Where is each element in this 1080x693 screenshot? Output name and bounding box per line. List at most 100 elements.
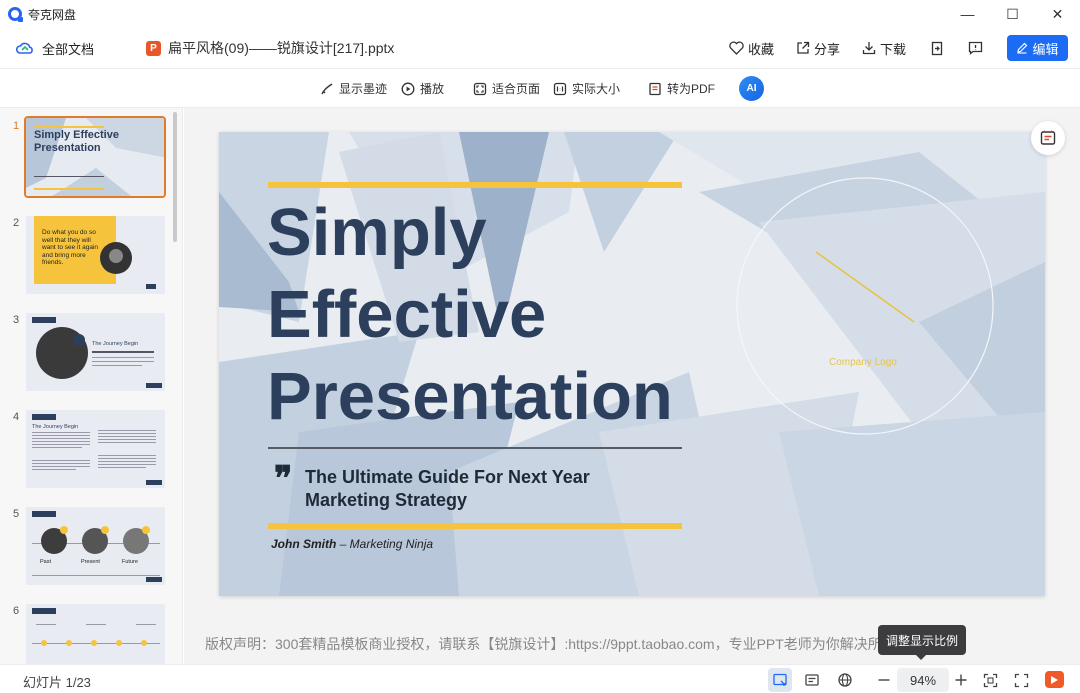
- thumbnail-3-background: [26, 313, 165, 391]
- fit-window-icon: [983, 673, 997, 687]
- thumbnail-4-label: The Journey Begin: [32, 424, 79, 430]
- download-label: 下载: [879, 41, 906, 57]
- thumbnail-slide-3[interactable]: The Journey Begin: [26, 313, 165, 391]
- slideshow-play-button[interactable]: [1045, 671, 1064, 688]
- close-button[interactable]: ✕: [1035, 0, 1080, 28]
- thumbnail-slide-2[interactable]: Do what you do so well that they will wa…: [26, 216, 165, 294]
- thumbnail-2-quote: Do what you do so well that they will wa…: [42, 229, 99, 267]
- share-icon: [797, 41, 810, 54]
- edit-label: 编辑: [1032, 41, 1059, 57]
- pencil-icon: [1017, 42, 1028, 54]
- cloud-icon[interactable]: [16, 41, 34, 55]
- thumbnail-view-button[interactable]: [768, 668, 792, 692]
- zoom-out-button[interactable]: [872, 668, 896, 692]
- slide-thumbnail-panel: 1 Simply Effective Presentation 2 Do wha…: [0, 108, 183, 664]
- play-button[interactable]: 播放: [401, 69, 444, 108]
- slide-title: Simply Effective Presentation: [267, 192, 673, 438]
- thumbnail-number: 3: [13, 314, 20, 326]
- zoom-in-button[interactable]: [949, 668, 973, 692]
- slide-divider: [268, 447, 682, 449]
- thumbnail-slide-5[interactable]: Past Present Future: [26, 507, 165, 585]
- thumbnail-5-past: Past: [40, 559, 52, 565]
- thumbnail-slide-1[interactable]: Simply Effective Presentation: [24, 116, 166, 198]
- maximize-button[interactable]: ☐: [990, 0, 1035, 28]
- notes-view-button[interactable]: [800, 668, 824, 692]
- quark-logo-icon: [8, 7, 23, 22]
- favorite-label: 收藏: [747, 41, 774, 57]
- slide-canvas: Simply Effective Presentation ❞ The Ulti…: [184, 108, 1080, 664]
- thumbnail-5-present: Present: [81, 559, 100, 565]
- slide-subtitle-line-2: Marketing Strategy: [305, 490, 468, 510]
- zoom-level[interactable]: 94%: [897, 668, 949, 692]
- minus-icon: [878, 679, 890, 681]
- heart-icon: [729, 41, 744, 55]
- slide-subtitle-line-1: The Ultimate Guide For Next Year: [305, 467, 590, 487]
- thumbnail-number: 4: [13, 411, 20, 423]
- all-documents-link[interactable]: 全部文档: [42, 39, 94, 58]
- thumbnail-number: 5: [13, 508, 20, 520]
- web-view-button[interactable]: [833, 668, 857, 692]
- header-actions: 收藏 分享 下载 编辑: [707, 28, 1068, 68]
- thumbnail-4-background: [26, 410, 165, 488]
- to-pdf-button[interactable]: 转为PDF: [648, 69, 715, 108]
- actual-size-icon: [553, 82, 567, 95]
- play-circle-icon: [401, 82, 415, 95]
- notes-icon: [1040, 130, 1056, 145]
- share-button[interactable]: 分享: [796, 39, 840, 58]
- show-ink-label: 显示墨迹: [339, 82, 388, 96]
- copyright-notice: 版权声明：300套精品模板商业授权，请联系【锐旗设计】:https://9ppt…: [205, 636, 885, 652]
- minimize-button[interactable]: —: [945, 0, 990, 28]
- current-slide: Simply Effective Presentation ❞ The Ulti…: [219, 132, 1045, 596]
- thumbnail-3-label: The Journey Begin: [92, 341, 139, 347]
- title-bar: 夸克网盘 — ☐ ✕: [0, 0, 1080, 28]
- play-label: 播放: [420, 82, 445, 96]
- thumbnail-slide-6[interactable]: [26, 604, 165, 664]
- slide-title-line-3: Presentation: [267, 359, 673, 434]
- viewer-toolbar: 显示墨迹 播放 适合页面 实际大小 转为PDF AI: [0, 68, 1080, 108]
- zoom-tooltip: 调整显示比例: [878, 625, 966, 660]
- thumbnail-slide-4[interactable]: The Journey Begin: [26, 410, 165, 488]
- company-logo-placeholder: Company Logo: [829, 357, 897, 368]
- status-bar: 幻灯片 1/23 94%: [0, 664, 1080, 693]
- slide-subtitle: The Ultimate Guide For Next Year Marketi…: [305, 466, 590, 512]
- slide-bottom-accent-bar: [268, 523, 682, 529]
- app-title: 夸克网盘: [28, 7, 77, 22]
- download-button[interactable]: 下载: [862, 39, 906, 58]
- thumbnail-number: 2: [13, 217, 20, 229]
- show-ink-button[interactable]: 显示墨迹: [320, 69, 387, 108]
- download-icon: [862, 42, 876, 55]
- fit-window-button[interactable]: [978, 668, 1002, 692]
- thumbnail-5-future: Future: [122, 559, 138, 565]
- window-controls: — ☐ ✕: [945, 0, 1080, 28]
- feedback-icon[interactable]: [968, 41, 983, 55]
- slide-view-icon: [773, 673, 787, 686]
- globe-icon: [838, 673, 852, 687]
- plus-icon: [955, 674, 967, 686]
- to-pdf-label: 转为PDF: [667, 82, 716, 96]
- author-name: John Smith: [271, 537, 337, 551]
- sidebar-scrollbar[interactable]: [173, 112, 177, 242]
- thumbnail-number: 1: [13, 120, 20, 132]
- share-label: 分享: [813, 41, 840, 57]
- fit-page-button[interactable]: 适合页面: [473, 69, 540, 108]
- play-icon: [1051, 675, 1058, 684]
- pdf-icon: [649, 82, 661, 95]
- thumbnail-number: 6: [13, 605, 20, 617]
- ai-assistant-button[interactable]: AI: [739, 76, 764, 101]
- edit-button[interactable]: 编辑: [1007, 35, 1068, 61]
- favorite-button[interactable]: 收藏: [729, 39, 774, 58]
- pptx-file-icon: P: [146, 40, 162, 56]
- thumbnail-1-title: Simply Effective Presentation: [34, 129, 119, 154]
- quote-mark-icon: ❞: [274, 459, 293, 499]
- actual-size-button[interactable]: 实际大小: [553, 69, 620, 108]
- author-role: – Marketing Ninja: [336, 537, 434, 551]
- slide-author: John Smith – Marketing Ninja: [271, 537, 433, 551]
- notes-view-icon: [805, 674, 819, 686]
- notes-panel-button[interactable]: [1031, 121, 1065, 155]
- fullscreen-button[interactable]: [1009, 668, 1033, 692]
- fit-page-icon: [473, 82, 487, 95]
- slide-title-line-2: Effective: [267, 277, 547, 352]
- export-icon[interactable]: [930, 41, 944, 56]
- file-name: 扁平风格(09)——锐旗设计[217].pptx: [168, 40, 395, 56]
- actual-size-label: 实际大小: [572, 82, 621, 96]
